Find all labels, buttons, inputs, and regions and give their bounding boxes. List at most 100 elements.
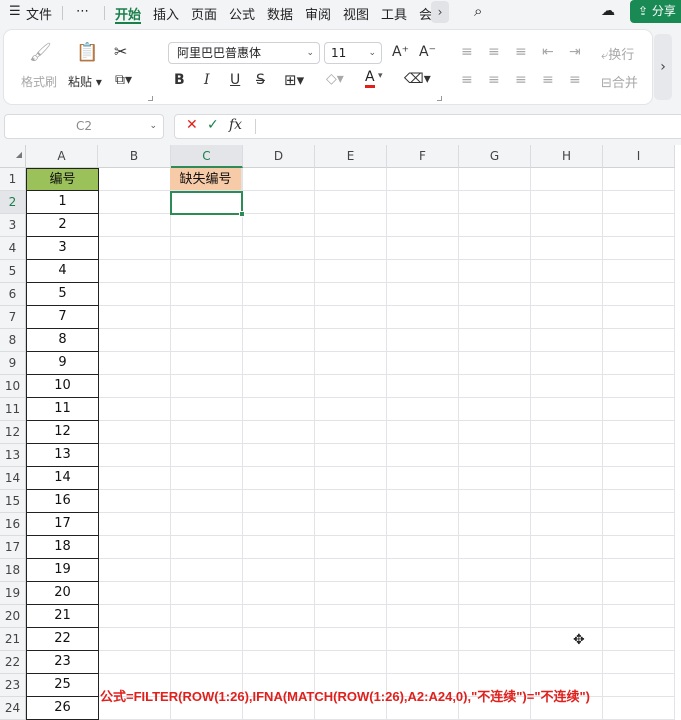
fill-color-icon[interactable]: ◇▾	[326, 71, 344, 87]
cell[interactable]	[387, 444, 459, 467]
cell[interactable]	[98, 490, 171, 513]
cell[interactable]	[243, 283, 315, 306]
justify-icon[interactable]: ≡	[542, 72, 554, 88]
id-value-cell[interactable]: 26	[26, 697, 99, 720]
cell[interactable]	[315, 191, 387, 214]
cell[interactable]	[603, 214, 675, 237]
cell[interactable]	[603, 536, 675, 559]
cell[interactable]	[387, 352, 459, 375]
cell[interactable]	[603, 191, 675, 214]
cell[interactable]	[387, 421, 459, 444]
cell[interactable]	[387, 260, 459, 283]
cell[interactable]	[459, 237, 531, 260]
cell[interactable]	[98, 605, 171, 628]
row-header-16[interactable]: 16	[0, 513, 26, 536]
tab-data[interactable]: 数据	[267, 4, 293, 23]
row-header-20[interactable]: 20	[0, 605, 26, 628]
confirm-icon[interactable]: ✓	[207, 117, 219, 133]
cell[interactable]	[315, 490, 387, 513]
cell[interactable]	[171, 398, 243, 421]
cell[interactable]	[98, 398, 171, 421]
cell[interactable]	[603, 283, 675, 306]
cell[interactable]	[387, 536, 459, 559]
row-header-22[interactable]: 22	[0, 651, 26, 674]
id-value-cell[interactable]: 22	[26, 628, 99, 651]
cell[interactable]	[243, 191, 315, 214]
cell[interactable]	[243, 375, 315, 398]
cell[interactable]	[603, 490, 675, 513]
column-header-c[interactable]: C	[171, 145, 243, 168]
row-header-9[interactable]: 9	[0, 352, 26, 375]
cell[interactable]	[603, 329, 675, 352]
row-header-10[interactable]: 10	[0, 375, 26, 398]
cell[interactable]	[243, 444, 315, 467]
cell[interactable]	[459, 628, 531, 651]
cell[interactable]	[243, 628, 315, 651]
id-value-cell[interactable]: 14	[26, 467, 99, 490]
id-value-cell[interactable]: 16	[26, 490, 99, 513]
copy-icon[interactable]: ⧉▾	[115, 72, 132, 88]
ribbon-scroll-right-icon[interactable]: ›	[654, 34, 672, 100]
cell[interactable]	[603, 168, 675, 191]
id-value-cell[interactable]: 8	[26, 329, 99, 352]
id-value-cell[interactable]: 9	[26, 352, 99, 375]
cell[interactable]	[387, 306, 459, 329]
row-header-12[interactable]: 12	[0, 421, 26, 444]
cell[interactable]	[387, 582, 459, 605]
cell[interactable]	[171, 375, 243, 398]
cell[interactable]	[98, 168, 171, 191]
cell[interactable]	[387, 513, 459, 536]
cell[interactable]	[531, 536, 603, 559]
cell[interactable]	[531, 260, 603, 283]
row-header-2[interactable]: 2	[0, 191, 26, 214]
id-value-cell[interactable]: 5	[26, 283, 99, 306]
cell[interactable]	[459, 283, 531, 306]
id-value-cell[interactable]: 2	[26, 214, 99, 237]
cell[interactable]	[387, 375, 459, 398]
bold-button[interactable]: B	[174, 72, 185, 88]
column-header-d[interactable]: D	[243, 145, 315, 168]
row-header-8[interactable]: 8	[0, 329, 26, 352]
cell[interactable]	[171, 214, 243, 237]
cell[interactable]	[459, 352, 531, 375]
cell[interactable]	[98, 559, 171, 582]
cell[interactable]	[171, 444, 243, 467]
cell[interactable]	[459, 467, 531, 490]
row-header-21[interactable]: 21	[0, 628, 26, 651]
id-value-cell[interactable]: 1	[26, 191, 99, 214]
cell[interactable]	[387, 191, 459, 214]
id-value-cell[interactable]: 19	[26, 559, 99, 582]
column-header-a[interactable]: A	[26, 145, 98, 168]
cell[interactable]	[315, 237, 387, 260]
cell[interactable]	[98, 214, 171, 237]
cell[interactable]	[98, 283, 171, 306]
cell[interactable]	[171, 237, 243, 260]
cell[interactable]	[171, 306, 243, 329]
cell[interactable]	[387, 467, 459, 490]
cell[interactable]	[171, 651, 243, 674]
cell[interactable]	[603, 674, 675, 697]
cell[interactable]	[315, 628, 387, 651]
column-header-h[interactable]: H	[531, 145, 603, 168]
distribute-icon[interactable]: ≡	[569, 72, 581, 88]
tab-review[interactable]: 审阅	[305, 4, 331, 23]
id-value-cell[interactable]: 10	[26, 375, 99, 398]
clear-format-icon[interactable]: ⌫▾	[404, 71, 431, 87]
border-icon[interactable]: ⊞▾	[284, 71, 304, 89]
align-middle-icon[interactable]: ≡	[488, 44, 500, 60]
cell[interactable]	[603, 697, 675, 720]
cell[interactable]	[315, 651, 387, 674]
cell[interactable]	[98, 582, 171, 605]
cell[interactable]	[459, 260, 531, 283]
cell[interactable]	[171, 467, 243, 490]
cell[interactable]	[171, 421, 243, 444]
tab-view[interactable]: 视图	[343, 4, 369, 23]
cell[interactable]	[315, 168, 387, 191]
cell[interactable]	[603, 605, 675, 628]
cell[interactable]	[459, 329, 531, 352]
tabs-scroll-right-icon[interactable]: ›	[431, 1, 449, 23]
cell[interactable]	[243, 260, 315, 283]
cell[interactable]	[171, 490, 243, 513]
cell[interactable]	[459, 191, 531, 214]
cell[interactable]	[531, 237, 603, 260]
